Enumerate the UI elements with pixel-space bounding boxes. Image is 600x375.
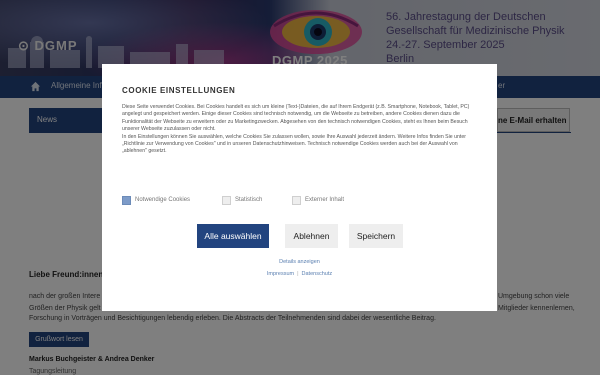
option-external-content[interactable]: Externer Inhalt [292,196,372,206]
privacy-link[interactable]: Datenschutz [302,271,333,277]
imprint-link[interactable]: Impressum [267,271,294,277]
checkbox-necessary[interactable] [122,196,131,205]
link-separator: | [297,271,299,277]
checkbox-external[interactable] [292,196,301,205]
save-button[interactable]: Speichern [349,224,403,248]
accept-all-button[interactable]: Alle auswählen [197,224,269,248]
details-link[interactable]: Details anzeigen [102,259,497,265]
dialog-footer-links: Impressum | Datenschutz [102,271,497,277]
option-necessary-cookies[interactable]: Notwendige Cookies [122,196,212,206]
option-label: Externer Inhalt [305,197,345,203]
option-label: Notwendige Cookies [135,197,191,203]
dialog-paragraph: Diese Seite verwendet Cookies. Bei Cooki… [122,104,470,133]
dialog-title: COOKIE EINSTELLUNGEN [122,86,236,95]
cookie-options: Notwendige Cookies Statistisch Externer … [122,196,482,208]
checkbox-statistics[interactable] [222,196,231,205]
dialog-actions: Alle auswählen Ablehnen Speichern [102,224,497,248]
option-statistics[interactable]: Statistisch [222,196,282,206]
reject-button[interactable]: Ablehnen [285,224,338,248]
option-label: Statistisch [235,197,263,203]
dialog-paragraph: In den Einstellungen können Sie auswähle… [122,133,466,155]
cookie-settings-dialog: COOKIE EINSTELLUNGEN Diese Seite verwend… [102,64,497,311]
dialog-description: Diese Seite verwendet Cookies. Bei Cooki… [122,104,480,156]
